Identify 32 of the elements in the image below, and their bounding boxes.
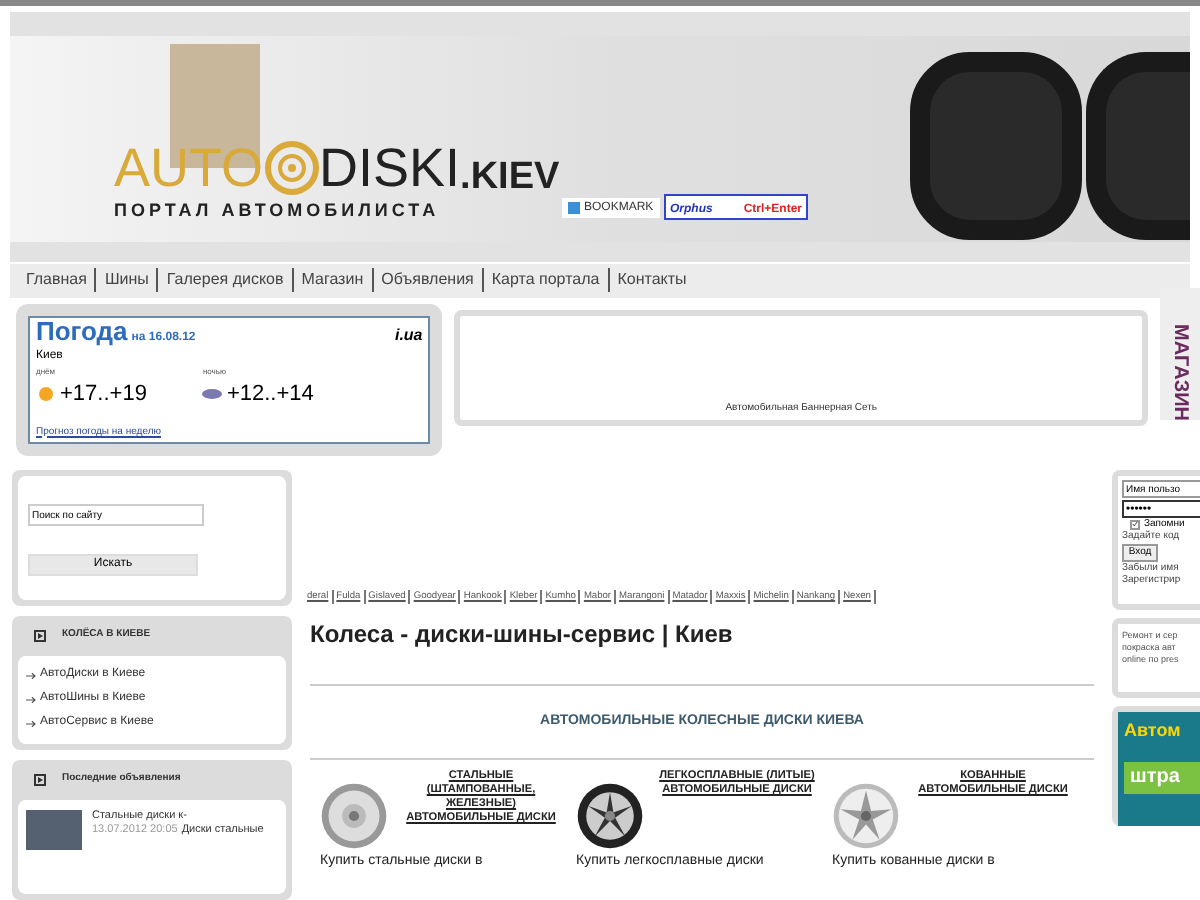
forged-wheel-icon: [832, 781, 900, 850]
nav-link[interactable]: Контакты: [607, 268, 695, 293]
weather-title: Погода: [36, 318, 128, 345]
arrow-icon: [26, 719, 36, 727]
play-square-icon: [34, 630, 46, 642]
logo-text: AUTO: [114, 141, 264, 196]
play-square-icon: [34, 774, 46, 786]
steel-wheel-icon: [320, 781, 388, 850]
source-label: i.ua: [394, 328, 423, 345]
wheel-logo-icon: [263, 140, 320, 197]
nav-link[interactable]: Главная: [18, 268, 95, 293]
nav-link[interactable]: Магазин: [291, 268, 372, 293]
nav-link[interactable]: Шины: [94, 268, 157, 293]
logo-tagline: ПОРТАЛ АВТОМОБИЛИСТА: [114, 198, 442, 225]
promo-logo: Автом: [1124, 718, 1183, 744]
arrow-icon: [26, 695, 36, 703]
cloud-icon: [202, 384, 223, 405]
alloy-wheel-icon: [576, 781, 644, 850]
temperature: +17..+19: [60, 380, 147, 411]
nav-link[interactable]: Галерея дисков: [156, 268, 292, 293]
page-heading: Колеса - диски-шины-сервис | Киев: [310, 618, 735, 653]
temperature: +12..+14: [226, 380, 314, 411]
bookmark-icon: [568, 202, 580, 215]
photo-placeholder: [26, 810, 82, 850]
remember-checkbox[interactable]: [1130, 519, 1140, 530]
logo-text: DISKI: [319, 141, 461, 196]
arrow-icon: [26, 671, 36, 679]
nav-link[interactable]: Объявления: [371, 268, 482, 293]
sun-icon: [36, 384, 56, 405]
shop-tab[interactable]: МАГАЗИН: [1160, 288, 1200, 421]
logo-text: .KIEV: [460, 158, 560, 197]
nav-link[interactable]: Карта портала: [481, 268, 608, 293]
